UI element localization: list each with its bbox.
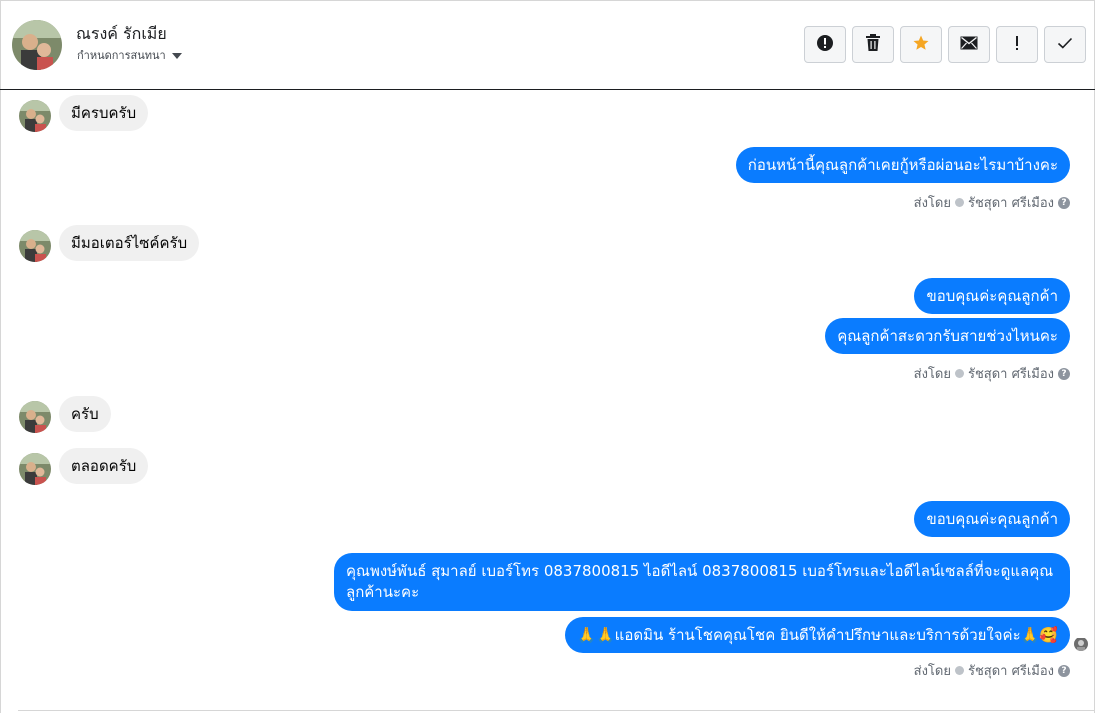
message-incoming: ครับ bbox=[59, 396, 111, 432]
contact-name: ณรงค์ รักเมีย bbox=[76, 24, 167, 43]
star-icon bbox=[912, 34, 930, 56]
message-incoming: มีมอเตอร์ไซค์ครับ bbox=[59, 225, 200, 261]
conversation-toolbar bbox=[804, 26, 1086, 63]
contact-avatar-small bbox=[19, 401, 51, 433]
assign-conversation-dropdown[interactable]: กำหนดการสนทนา bbox=[77, 46, 182, 64]
message-outgoing: 🙏🙏แอดมิน ร้านโชคคุณโชค ยินดีให้คำปรึกษาแ… bbox=[565, 617, 1070, 653]
help-icon[interactable]: ? bbox=[1058, 664, 1070, 677]
sent-by-label: ส่งโดย bbox=[913, 664, 951, 679]
sent-by-agent: รัชสุดา ศรีเมือง bbox=[967, 367, 1054, 382]
message-outgoing: ขอบคุณค่ะคุณลูกค้า bbox=[914, 501, 1070, 537]
sent-by-agent: รัชสุดา ศรีเมือง bbox=[967, 664, 1054, 679]
caret-down-icon bbox=[171, 52, 182, 59]
mark-done-button[interactable] bbox=[1044, 26, 1086, 63]
message-outgoing: ขอบคุณค่ะคุณลูกค้า bbox=[914, 278, 1070, 314]
message-outgoing: คุณลูกค้าสะดวกรับสายช่วงไหนคะ bbox=[825, 318, 1070, 354]
contact-avatar-small bbox=[19, 100, 51, 132]
star-button[interactable] bbox=[900, 26, 942, 63]
alert-circle-icon bbox=[816, 34, 834, 56]
agent-status-icon bbox=[954, 369, 964, 378]
seen-avatar bbox=[1074, 637, 1088, 651]
check-icon bbox=[1057, 35, 1073, 54]
sent-by-indicator: ส่งโดย รัชสุดา ศรีเมือง ? bbox=[914, 192, 1070, 213]
trash-icon bbox=[865, 33, 881, 56]
sent-by-agent: รัชสุดา ศรีเมือง bbox=[967, 196, 1054, 211]
contact-avatar-small bbox=[19, 230, 51, 262]
message-incoming: ตลอดครับ bbox=[59, 448, 149, 484]
sent-by-indicator: ส่งโดย รัชสุดา ศรีเมือง ? bbox=[914, 363, 1070, 384]
spam-button[interactable] bbox=[804, 26, 846, 63]
help-icon[interactable]: ? bbox=[1058, 367, 1070, 380]
assign-label: กำหนดการสนทนา bbox=[77, 49, 166, 62]
agent-status-icon bbox=[954, 666, 964, 675]
contact-avatar-small bbox=[19, 453, 51, 485]
mail-icon bbox=[960, 35, 978, 54]
follow-up-button[interactable] bbox=[996, 26, 1038, 63]
conversation-header: ณรงค์ รักเมีย กำหนดการสนทนา bbox=[0, 0, 1095, 90]
sent-by-label: ส่งโดย bbox=[913, 196, 951, 211]
message-outgoing: ก่อนหน้านี้คุณลูกค้าเคยกู้หรือผ่อนอะไรมา… bbox=[735, 147, 1070, 183]
mark-unread-button[interactable] bbox=[948, 26, 990, 63]
delete-button[interactable] bbox=[852, 26, 894, 63]
message-incoming: มีครบครับ bbox=[59, 95, 149, 131]
sent-by-label: ส่งโดย bbox=[913, 367, 951, 382]
composer-divider bbox=[18, 710, 1095, 711]
help-icon[interactable]: ? bbox=[1058, 196, 1070, 209]
message-outgoing: คุณพงษ์พันธ์ สุมาลย์ เบอร์โทร 0837800815… bbox=[334, 553, 1070, 611]
sent-by-indicator: ส่งโดย รัชสุดา ศรีเมือง ? bbox=[914, 660, 1070, 681]
contact-avatar[interactable] bbox=[12, 20, 62, 70]
exclamation-icon bbox=[1014, 35, 1020, 55]
agent-status-icon bbox=[954, 198, 964, 207]
